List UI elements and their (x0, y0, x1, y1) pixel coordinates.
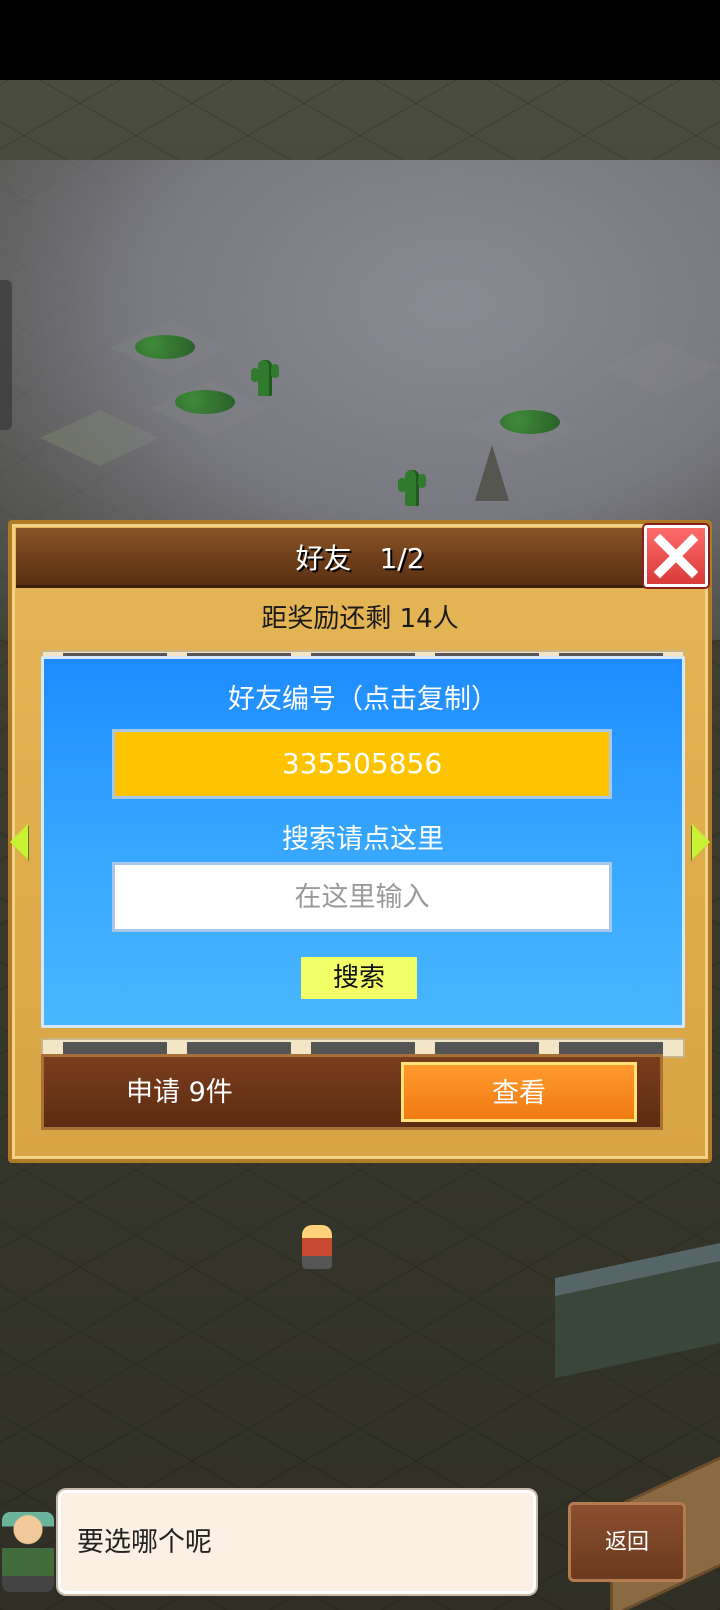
request-count-text: 申请 9件 (126, 1077, 233, 1108)
reward-remaining-text: 距奖励还剩 14人 (261, 604, 459, 634)
friend-search-panel: 好友编号（点击复制） 335505856 搜索请点这里 搜索 (41, 656, 685, 1028)
dialog-header: 好友 1/2 (16, 528, 704, 588)
player-character[interactable] (302, 1225, 332, 1269)
friend-request-bar: 申请 9件 查看 (41, 1054, 663, 1130)
side-panel-tab[interactable] (0, 280, 12, 430)
status-bar (0, 0, 720, 80)
friend-id-copy-button[interactable]: 335505856 (112, 729, 612, 799)
back-button[interactable]: 返回 (568, 1502, 686, 1582)
bush (500, 410, 560, 434)
bush (135, 335, 195, 359)
cactus (398, 470, 426, 506)
message-text: 要选哪个呢 (77, 1527, 212, 1558)
cactus (251, 360, 279, 396)
close-button[interactable] (644, 525, 708, 587)
bush (175, 390, 235, 414)
friend-id-label: 好友编号（点击复制） (228, 684, 498, 715)
dialog-title: 好友 1/2 (295, 542, 425, 575)
view-requests-button[interactable]: 查看 (401, 1062, 637, 1122)
arrow-right-icon[interactable] (692, 824, 710, 860)
building[interactable] (555, 1241, 720, 1379)
search-button[interactable]: 搜索 (301, 957, 417, 999)
message-box: 要选哪个呢 (58, 1490, 536, 1594)
friends-dialog: 好友 1/2 距奖励还剩 14人 好友编号（点击复制） 335505856 搜索… (8, 520, 712, 1163)
arrow-left-icon[interactable] (10, 824, 28, 860)
search-input[interactable] (112, 862, 612, 932)
close-icon (654, 534, 698, 578)
search-label: 搜索请点这里 (282, 824, 444, 855)
advisor-avatar (2, 1512, 54, 1592)
